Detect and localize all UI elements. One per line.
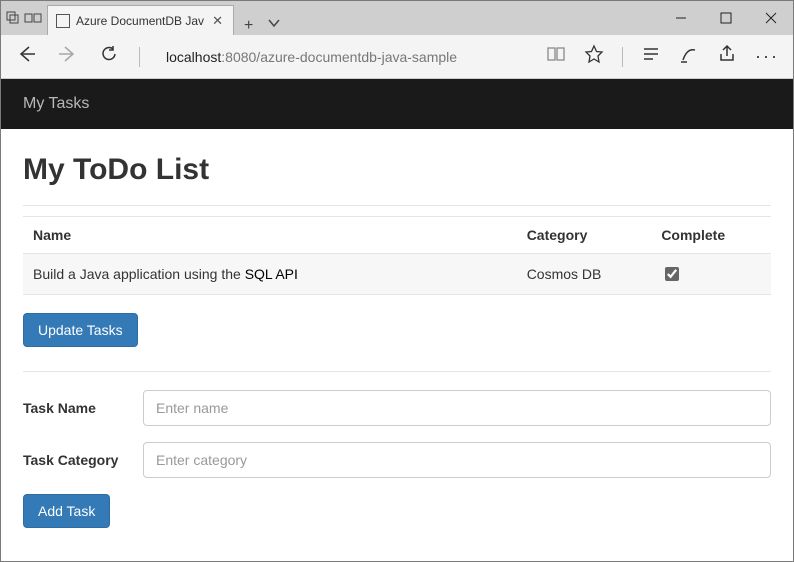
divider bbox=[622, 47, 623, 67]
url-host: localhost bbox=[166, 49, 221, 65]
browser-tab[interactable]: Azure DocumentDB Jav ✕ bbox=[47, 5, 234, 35]
reading-view-icon[interactable] bbox=[546, 44, 566, 69]
more-icon[interactable]: ··· bbox=[755, 46, 779, 67]
chevron-down-icon[interactable] bbox=[267, 16, 281, 35]
maximize-button[interactable] bbox=[703, 1, 748, 35]
favorite-star-icon[interactable] bbox=[584, 44, 604, 69]
col-header-complete: Complete bbox=[651, 217, 771, 254]
cascade-windows-icon[interactable] bbox=[5, 10, 21, 26]
col-header-name: Name bbox=[23, 217, 517, 254]
hub-icon[interactable] bbox=[641, 44, 661, 69]
task-category-label: Task Category bbox=[23, 451, 143, 469]
share-icon[interactable] bbox=[717, 44, 737, 69]
task-name-label: Task Name bbox=[23, 399, 143, 417]
app-header-title: My Tasks bbox=[23, 95, 89, 112]
task-name-input[interactable] bbox=[143, 390, 771, 426]
notes-icon[interactable] bbox=[679, 44, 699, 69]
cell-category: Cosmos DB bbox=[517, 254, 652, 295]
page-title: My ToDo List bbox=[23, 153, 771, 187]
update-tasks-button[interactable]: Update Tasks bbox=[23, 313, 138, 347]
close-window-button[interactable] bbox=[748, 1, 793, 35]
back-button[interactable] bbox=[15, 43, 37, 70]
complete-checkbox[interactable] bbox=[665, 267, 679, 281]
tab-close-button[interactable]: ✕ bbox=[210, 11, 225, 31]
cell-complete bbox=[651, 254, 771, 295]
address-bar[interactable]: localhost:8080/azure-documentdb-java-sam… bbox=[160, 45, 526, 69]
app-header: My Tasks bbox=[1, 79, 793, 129]
forward-button[interactable] bbox=[57, 43, 79, 70]
refresh-button[interactable] bbox=[99, 44, 119, 69]
flip-windows-icon[interactable] bbox=[23, 10, 43, 26]
minimize-button[interactable] bbox=[658, 1, 703, 35]
task-name-prefix: Build a Java application using the bbox=[33, 266, 245, 282]
divider bbox=[23, 371, 771, 372]
cell-name: Build a Java application using the SQL A… bbox=[23, 254, 517, 295]
divider bbox=[139, 47, 140, 67]
favicon-icon bbox=[56, 14, 70, 28]
task-name-strong: SQL API bbox=[245, 266, 298, 282]
divider bbox=[23, 205, 771, 206]
tab-title: Azure DocumentDB Jav bbox=[76, 14, 204, 28]
tasks-table: Name Category Complete Build a Java appl… bbox=[23, 216, 771, 295]
col-header-category: Category bbox=[517, 217, 652, 254]
new-tab-button[interactable]: + bbox=[244, 17, 253, 35]
add-task-button[interactable]: Add Task bbox=[23, 494, 110, 528]
task-category-input[interactable] bbox=[143, 442, 771, 478]
url-path: :8080/azure-documentdb-java-sample bbox=[221, 49, 457, 65]
table-row: Build a Java application using the SQL A… bbox=[23, 254, 771, 295]
